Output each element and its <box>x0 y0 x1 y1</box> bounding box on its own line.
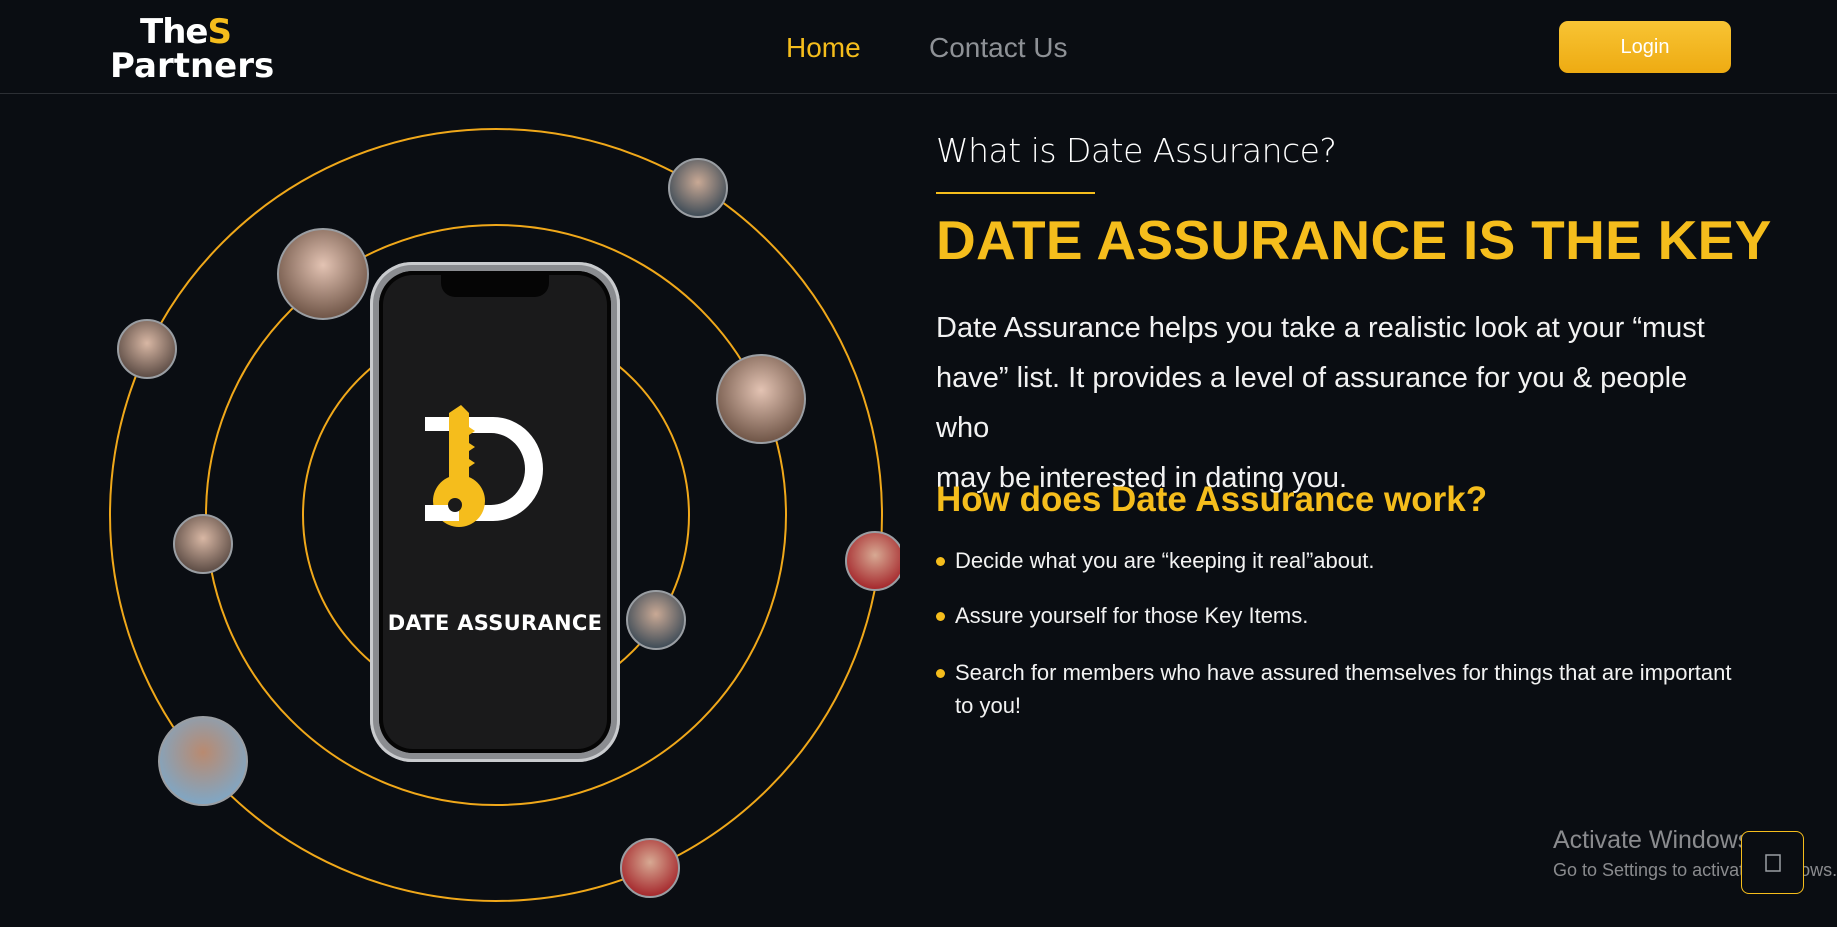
woman-curly-hair-avatar <box>158 716 248 806</box>
how-it-works-title: How does Date Assurance work? <box>936 480 1488 519</box>
nav-contact-link[interactable]: Contact Us <box>929 32 1068 64</box>
activate-windows-title: Activate Windows <box>1553 826 1751 854</box>
list-item: Decide what you are “keeping it real”abo… <box>936 544 1736 577</box>
bullet-icon <box>936 612 945 621</box>
list-item: Search for members who have assured them… <box>936 656 1736 722</box>
chat-icon <box>1764 853 1781 872</box>
avatar-layer <box>117 158 900 898</box>
woman-long-hair-avatar <box>277 228 369 320</box>
chat-button[interactable] <box>1741 831 1804 894</box>
intro-line: have” list. It provides a level of assur… <box>936 362 1688 444</box>
nav-home-link[interactable]: Home <box>786 32 861 64</box>
bullet-icon <box>936 669 945 678</box>
login-button[interactable]: Login <box>1559 21 1731 73</box>
man-blue-shirt-avatar <box>626 590 686 650</box>
logo-line-2: Partners <box>110 46 275 86</box>
site-logo[interactable]: TheS Partners <box>110 10 274 86</box>
woman-hat-avatar <box>173 514 233 574</box>
step-text: Search for members who have assured them… <box>955 660 1732 718</box>
page-headline: DATE ASSURANCE IS THE KEY <box>936 209 1772 271</box>
bullet-icon <box>936 557 945 566</box>
site-header: TheS Partners Home Contact Us Login <box>0 0 1837 94</box>
question-title: What is Date Assurance? <box>936 131 1337 170</box>
step-text: Assure yourself for those Key Items. <box>955 603 1309 628</box>
woman-pose-avatar <box>117 319 177 379</box>
woman-red-top-avatar <box>620 838 680 898</box>
orbit-illustration: DATE ASSURANCE <box>0 95 900 927</box>
step-text: Decide what you are “keeping it real”abo… <box>955 548 1375 573</box>
woman-red-dress-avatar <box>845 531 900 591</box>
man-suit-avatar <box>668 158 728 218</box>
woman-smiling-avatar <box>716 354 806 444</box>
title-underline <box>936 192 1095 194</box>
intro-line: Date Assurance helps you take a realisti… <box>936 312 1705 344</box>
list-item: Assure yourself for those Key Items. <box>936 599 1736 632</box>
intro-paragraph: Date Assurance helps you take a realisti… <box>936 303 1736 503</box>
